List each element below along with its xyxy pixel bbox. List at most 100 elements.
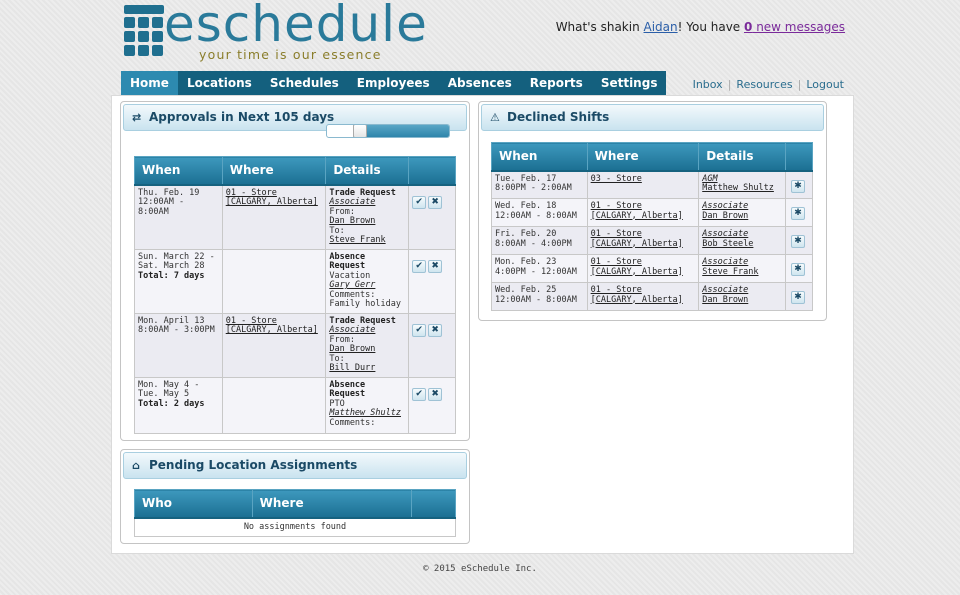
detail-person-link[interactable]: Gary Gerr xyxy=(329,280,375,290)
approval-row: Thu. Feb. 19 12:00AM - 8:00AM 01 - Store [C… xyxy=(134,184,456,250)
location-region-link[interactable]: [CALGARY, Alberta] xyxy=(226,197,318,207)
detail-person-link[interactable]: Associate xyxy=(329,197,375,207)
declined-title-text: Declined Shifts xyxy=(507,110,610,124)
approval-row: Mon. April 13 8:00AM - 3:00PM 01 - Store [C… xyxy=(134,312,456,378)
logo-tagline: your time is our essence xyxy=(199,47,382,62)
role-link[interactable]: Associate xyxy=(702,257,748,267)
location-link[interactable]: 01 - Store xyxy=(226,188,277,198)
inbox-link[interactable]: Inbox xyxy=(693,78,723,91)
detail-employee-link[interactable]: Bill Durr xyxy=(329,363,375,373)
gear-icon[interactable]: ✱ xyxy=(791,235,805,248)
approval-row: Mon. May 4 - Tue. May 5 Total: 2 days Absen… xyxy=(134,376,456,434)
col-when: When xyxy=(134,156,223,186)
declined-when: Wed. Feb. 25 12:00AM - 8:00AM xyxy=(491,282,588,311)
nav-schedules[interactable]: Schedules xyxy=(260,71,348,95)
detail-text: Comments: xyxy=(329,417,376,428)
deny-x-icon[interactable]: ✖ xyxy=(428,387,443,401)
col-actions xyxy=(408,156,456,186)
employee-link[interactable]: Matthew Shultz xyxy=(702,183,774,193)
detail-employee-link[interactable]: Dan Brown xyxy=(329,216,375,226)
declined-shifts-panel: ⚠ Declined Shifts When Where Details Tue.… xyxy=(478,101,827,321)
approval-when: Mon. April 13 8:00AM - 3:00PM xyxy=(134,312,223,378)
logout-link[interactable]: Logout xyxy=(806,78,844,91)
when-line: 8:00AM - 4:00PM xyxy=(495,238,572,249)
role-link[interactable]: Associate xyxy=(702,285,748,295)
empty-message: No assignments found xyxy=(134,517,456,537)
employee-link[interactable]: Steve Frank xyxy=(702,267,758,277)
role-link[interactable]: Associate xyxy=(702,201,748,211)
nav-reports[interactable]: Reports xyxy=(520,71,592,95)
declined-row: Wed. Feb. 18 12:00AM - 8:00AM 01 - Store [C… xyxy=(491,198,813,227)
pending-header-row: Who Where xyxy=(134,489,456,519)
approval-actions: ✔ ✖ xyxy=(408,248,456,314)
detail-person-link[interactable]: Matthew Shultz xyxy=(329,408,401,418)
nav-locations[interactable]: Locations xyxy=(177,71,261,95)
declined-where: 01 - Store [CALGARY, Alberta] xyxy=(586,226,700,255)
detail-employee-link[interactable]: Dan Brown xyxy=(329,344,375,354)
location-link[interactable]: 01 - Store xyxy=(591,229,642,239)
location-region-link[interactable]: [CALGARY, Alberta] xyxy=(226,325,318,335)
role-link[interactable]: Associate xyxy=(702,229,748,239)
nav-absences[interactable]: Absences xyxy=(438,71,521,95)
footer-copyright: © 2015 eSchedule Inc. xyxy=(423,564,537,574)
when-line: 12:00AM - 8:00AM xyxy=(495,210,577,221)
detail-heading: Absence xyxy=(329,251,366,262)
approval-row: Sun. March 22 - Sat. March 28 Total: 7 day… xyxy=(134,248,456,314)
col-blank xyxy=(411,489,456,519)
location-link[interactable]: 01 - Store xyxy=(591,257,642,267)
deny-x-icon[interactable]: ✖ xyxy=(428,195,443,209)
detail-text: To: xyxy=(329,225,345,236)
location-link[interactable]: 01 - Store xyxy=(591,285,642,295)
declined-row: Wed. Feb. 25 12:00AM - 8:00AM 01 - Store [C… xyxy=(491,282,813,311)
role-link[interactable]: AGM xyxy=(702,174,717,184)
detail-heading: Trade Request xyxy=(329,315,396,326)
approve-check-icon[interactable]: ✔ xyxy=(412,195,427,209)
eschedule-logo[interactable]: eschedule your time is our essence xyxy=(124,0,427,67)
messages-link[interactable]: 0 new messages xyxy=(744,20,845,34)
deny-x-icon[interactable]: ✖ xyxy=(428,259,443,273)
resources-link[interactable]: Resources xyxy=(736,78,792,91)
declined-row: Mon. Feb. 23 4:00PM - 12:00AM 01 - Store [C… xyxy=(491,254,813,283)
detail-text: To: xyxy=(329,353,345,364)
nav-settings[interactable]: Settings xyxy=(591,71,667,95)
approve-check-icon[interactable]: ✔ xyxy=(412,323,427,337)
nav-home[interactable]: Home xyxy=(121,71,178,95)
detail-heading: Request xyxy=(329,261,366,271)
approval-when: Thu. Feb. 19 12:00AM - 8:00AM xyxy=(134,184,223,250)
location-region-link[interactable]: [CALGARY, Alberta] xyxy=(591,239,683,249)
location-link[interactable]: 01 - Store xyxy=(591,201,642,211)
gear-icon[interactable]: ✱ xyxy=(791,291,805,304)
days-range-slider[interactable] xyxy=(326,124,450,138)
declined-details: Associate Bob Steele xyxy=(698,226,787,255)
user-link[interactable]: Aidan xyxy=(644,20,678,34)
approvals-panel: ⇄ Approvals in Next 105 days When Where D… xyxy=(120,101,470,441)
gear-icon[interactable]: ✱ xyxy=(791,207,805,220)
location-region-link[interactable]: [CALGARY, Alberta] xyxy=(591,267,683,277)
gear-icon[interactable]: ✱ xyxy=(791,179,805,193)
approval-details: Absence Request PTO Matthew Shultz Comments: xyxy=(325,376,410,434)
declined-actions: ✱ xyxy=(785,282,813,311)
location-region-link[interactable]: [CALGARY, Alberta] xyxy=(591,295,683,305)
employee-link[interactable]: Bob Steele xyxy=(702,239,753,249)
declined-details: Associate Steve Frank xyxy=(698,254,787,283)
nav-employees[interactable]: Employees xyxy=(347,71,439,95)
deny-x-icon[interactable]: ✖ xyxy=(428,323,443,337)
detail-person-link[interactable]: Associate xyxy=(329,325,375,335)
approve-check-icon[interactable]: ✔ xyxy=(412,387,427,401)
location-region-link[interactable]: [CALGARY, Alberta] xyxy=(591,211,683,221)
approval-when: Sun. March 22 - Sat. March 28 Total: 7 day… xyxy=(134,248,223,314)
location-link[interactable]: 03 - Store xyxy=(591,174,642,184)
slider-handle[interactable] xyxy=(353,125,367,137)
logo-grid-icon xyxy=(124,5,164,63)
detail-text: PTO xyxy=(329,398,345,409)
employee-link[interactable]: Dan Brown xyxy=(702,295,748,305)
detail-employee-link[interactable]: Steve Frank xyxy=(329,235,385,245)
employee-link[interactable]: Dan Brown xyxy=(702,211,748,221)
detail-heading: Absence xyxy=(329,379,366,390)
gear-icon[interactable]: ✱ xyxy=(791,263,805,276)
declined-where: 01 - Store [CALGARY, Alberta] xyxy=(586,254,700,283)
approve-check-icon[interactable]: ✔ xyxy=(412,259,427,273)
approvals-header-row: When Where Details xyxy=(134,156,456,186)
location-link[interactable]: 01 - Store xyxy=(226,316,277,326)
declined-actions: ✱ xyxy=(785,170,813,199)
